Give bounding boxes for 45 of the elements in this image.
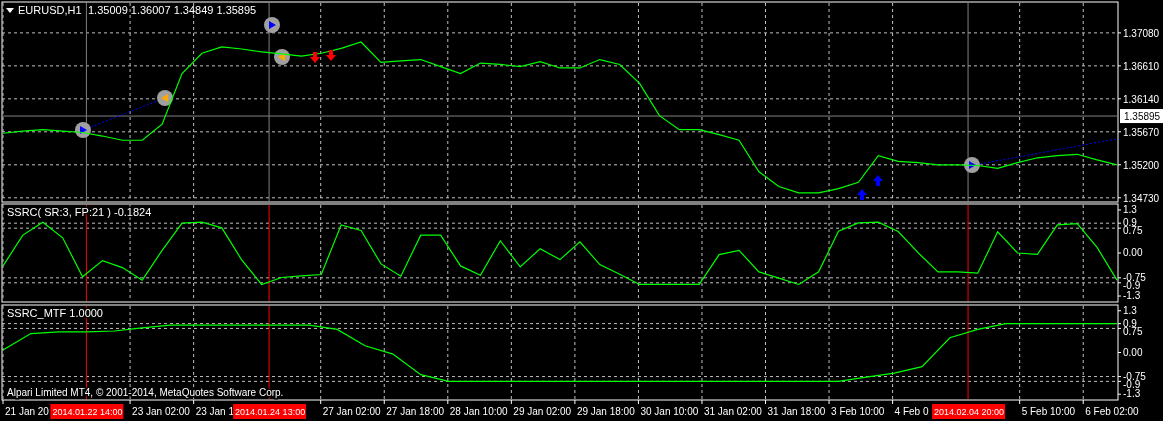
axis-label: 1.34730 — [1123, 192, 1160, 204]
time-label: 31 Jan 18:00 — [767, 406, 826, 417]
time-label: 27 Jan 18:00 — [386, 406, 445, 417]
time-label: 27 Jan 02:00 — [322, 406, 381, 417]
time-label: 21 Jan 20 — [5, 406, 49, 417]
down-arrow-icon — [326, 50, 336, 61]
axis-label: 1.3 — [1123, 305, 1137, 316]
dropdown-icon[interactable] — [6, 8, 14, 13]
time-marker: 2014.01.22 14:00 — [50, 404, 124, 419]
signal-icon — [964, 157, 980, 173]
signal-icon — [264, 17, 280, 33]
axis-label: 1.35200 — [1123, 159, 1160, 171]
axis-label: 1.36140 — [1123, 93, 1160, 105]
annotation: 1.35895 — [1124, 111, 1161, 123]
axis-label: 1.37080 — [1123, 27, 1160, 39]
time-label: 6 Feb 02:00 — [1085, 406, 1139, 417]
up-arrow-icon — [873, 175, 883, 186]
time-label: 23 Jan 02:00 — [132, 406, 190, 417]
current-price-tag: 1.35895 — [1120, 109, 1163, 124]
axis-label: -1.3 — [1123, 290, 1141, 302]
axis-label: -1.3 — [1123, 388, 1141, 400]
time-label: 23 Jan 1 — [195, 406, 234, 417]
signal-icon — [75, 122, 91, 138]
axis-label: 1.35670 — [1123, 126, 1160, 138]
symbol-label: EURUSD,H1 — [18, 4, 82, 16]
axis-label: 0.00 — [1123, 346, 1143, 358]
axis-label: 1.3 — [1123, 204, 1137, 215]
signal-icon — [157, 90, 173, 106]
time-label: 31 Jan 02:00 — [703, 406, 762, 417]
time-label: 5 Feb 10:00 — [1021, 406, 1076, 417]
time-label: 29 Jan 02:00 — [513, 406, 572, 417]
up-arrow-icon — [857, 189, 867, 200]
time-label: 4 Feb 0 — [894, 406, 929, 417]
trend-line — [90, 100, 158, 128]
time-label: 28 Jan 10:00 — [449, 406, 508, 417]
time-label: 30 Jan 10:00 — [640, 406, 699, 417]
time-marker: 2014.01.24 13:00 — [233, 404, 307, 419]
ohlc-quotes: 1.35009 1.36007 1.34849 1.35895 — [88, 4, 257, 16]
down-arrow-icon — [310, 52, 320, 63]
axis-label: 0.00 — [1123, 247, 1143, 258]
time-label: 29 Jan 18:00 — [576, 406, 635, 417]
signal-icon — [274, 49, 290, 65]
axis-label: 1.36610 — [1123, 60, 1160, 72]
time-label: 3 Feb 10:00 — [831, 406, 885, 417]
time-marker: 2014.02.04 20:00 — [932, 404, 1006, 419]
